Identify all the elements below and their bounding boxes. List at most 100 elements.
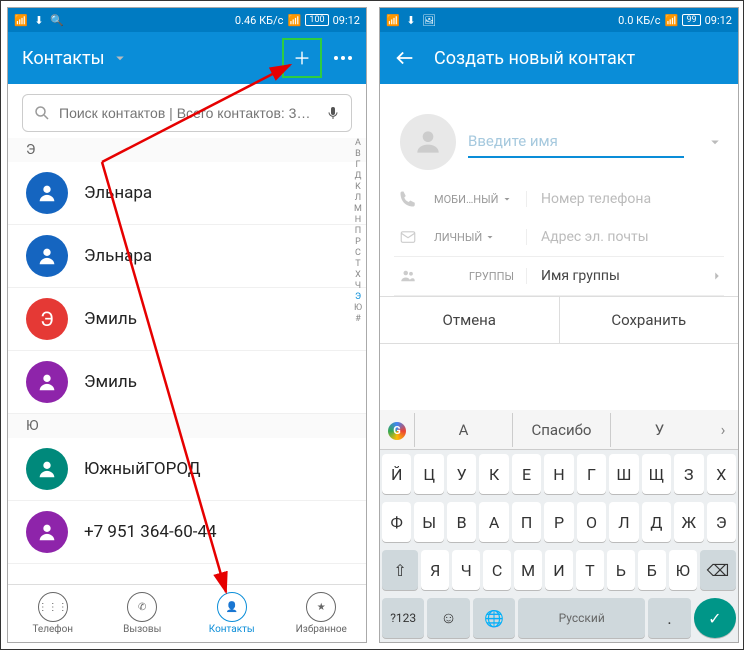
add-contact-button[interactable]: [284, 40, 320, 76]
key[interactable]: Ж: [674, 502, 703, 542]
key[interactable]: В: [447, 502, 476, 542]
alpha-letter[interactable]: Г: [354, 160, 362, 171]
mic-icon[interactable]: [325, 105, 341, 121]
key[interactable]: М: [514, 550, 542, 590]
contact-row[interactable]: ЮжныйГОРОД: [8, 438, 366, 501]
key[interactable]: Р: [544, 502, 573, 542]
key[interactable]: Ц: [414, 454, 443, 494]
symbols-key[interactable]: ?123: [382, 598, 424, 638]
phone-input[interactable]: Номер телефона: [526, 191, 724, 207]
suggestion[interactable]: Спасибо: [512, 413, 610, 447]
key[interactable]: П: [512, 502, 541, 542]
space-key[interactable]: Русский: [518, 598, 645, 638]
alpha-letter[interactable]: Ю: [354, 303, 362, 314]
overflow-menu-button[interactable]: [334, 56, 352, 60]
cancel-button[interactable]: Отмена: [380, 297, 560, 343]
email-type-dropdown[interactable]: ЛИЧНЫЙ: [434, 231, 514, 244]
nav-phone[interactable]: ✆Вызовы: [98, 585, 188, 642]
contact-avatar: [26, 448, 68, 490]
alpha-letter[interactable]: #: [354, 314, 362, 325]
suggestion[interactable]: У: [610, 413, 708, 447]
key[interactable]: Х: [707, 454, 736, 494]
nav-label: Контакты: [209, 624, 255, 635]
name-input[interactable]: Введите имя: [468, 126, 684, 158]
contact-row[interactable]: Эмиль: [8, 351, 366, 414]
alpha-letter[interactable]: M: [354, 204, 362, 215]
alpha-letter[interactable]: B: [354, 149, 362, 160]
enter-key[interactable]: ✓: [694, 598, 736, 638]
nav-star[interactable]: ★Избранное: [277, 585, 367, 642]
search-field[interactable]: [59, 105, 317, 121]
alpha-letter[interactable]: Х: [354, 270, 362, 281]
expand-icon[interactable]: [706, 133, 724, 151]
key[interactable]: Д: [642, 502, 671, 542]
status-bar: 📶 ⬇ 🖼 0.0 КБ/с 📶 99 09:12: [380, 8, 738, 32]
key[interactable]: И: [545, 550, 573, 590]
avatar-placeholder[interactable]: [400, 114, 456, 170]
key[interactable]: К: [479, 454, 508, 494]
back-icon[interactable]: [394, 47, 416, 69]
key[interactable]: Ь: [607, 550, 635, 590]
alpha-letter[interactable]: A: [354, 138, 362, 149]
key[interactable]: А: [479, 502, 508, 542]
key[interactable]: Г: [577, 454, 606, 494]
key[interactable]: Т: [576, 550, 604, 590]
alpha-letter[interactable]: С: [354, 248, 362, 259]
alpha-letter[interactable]: Т: [354, 259, 362, 270]
emoji-key[interactable]: ☺: [427, 598, 469, 638]
alpha-letter[interactable]: П: [354, 226, 362, 237]
phone-type-dropdown[interactable]: МОБИ…НЫЙ: [434, 193, 514, 206]
suggestion[interactable]: А: [414, 413, 512, 447]
app-title-dropdown[interactable]: Контакты: [22, 48, 129, 69]
nav-dialpad[interactable]: ⋮⋮⋮Телефон: [8, 585, 98, 642]
key[interactable]: Э: [707, 502, 736, 542]
section-header: Ю: [8, 414, 366, 438]
key[interactable]: Ы: [414, 502, 443, 542]
contact-row[interactable]: +7 951 364-60-44: [8, 501, 366, 564]
globe-key[interactable]: 🌐: [473, 598, 515, 638]
search-input[interactable]: [22, 94, 352, 132]
key[interactable]: Б: [638, 550, 666, 590]
alpha-letter[interactable]: Д: [354, 171, 362, 182]
key[interactable]: ⌫: [700, 550, 736, 590]
contact-name: Эмиль: [84, 372, 137, 392]
alpha-letter[interactable]: Л: [354, 193, 362, 204]
key[interactable]: З: [674, 454, 703, 494]
period-key[interactable]: .: [648, 598, 690, 638]
key[interactable]: Ч: [452, 550, 480, 590]
key[interactable]: Ф: [382, 502, 411, 542]
nav-person[interactable]: 👤Контакты: [187, 585, 277, 642]
key[interactable]: О: [577, 502, 606, 542]
contact-row[interactable]: ЭЭмиль: [8, 288, 366, 351]
key[interactable]: У: [447, 454, 476, 494]
key[interactable]: Я: [421, 550, 449, 590]
alpha-letter[interactable]: Н: [354, 215, 362, 226]
key[interactable]: Щ: [642, 454, 671, 494]
key[interactable]: Ш: [609, 454, 638, 494]
key[interactable]: ⇧: [382, 550, 418, 590]
groups-value[interactable]: Имя группы: [526, 268, 698, 284]
save-button[interactable]: Сохранить: [560, 297, 739, 343]
new-contact-form: Введите имя МОБИ…НЫЙ Номер телефона ЛИЧН…: [380, 84, 738, 296]
key[interactable]: С: [483, 550, 511, 590]
action-buttons: Отмена Сохранить: [380, 296, 738, 344]
alpha-letter[interactable]: Ч: [354, 281, 362, 292]
key[interactable]: Ю: [669, 550, 697, 590]
suggest-expand-icon[interactable]: ›: [708, 420, 738, 439]
image-icon: 🖼: [422, 13, 436, 27]
email-input[interactable]: Адрес эл. почты: [526, 229, 724, 245]
clock: 09:12: [705, 14, 732, 27]
search-icon: [33, 104, 51, 122]
alpha-letter[interactable]: K: [354, 182, 362, 193]
key[interactable]: Л: [609, 502, 638, 542]
google-icon[interactable]: G: [380, 419, 414, 440]
alpha-letter[interactable]: Э: [354, 292, 362, 303]
key[interactable]: Й: [382, 454, 411, 494]
alpha-letter[interactable]: Р: [354, 237, 362, 248]
key[interactable]: Е: [512, 454, 541, 494]
key[interactable]: Н: [544, 454, 573, 494]
contact-row[interactable]: Эльнара: [8, 162, 366, 225]
alpha-index[interactable]: ABГДKЛMНПРСТХЧЭЮ#: [354, 138, 362, 325]
nav-label: Телефон: [32, 624, 73, 635]
contact-row[interactable]: Эльнара: [8, 225, 366, 288]
